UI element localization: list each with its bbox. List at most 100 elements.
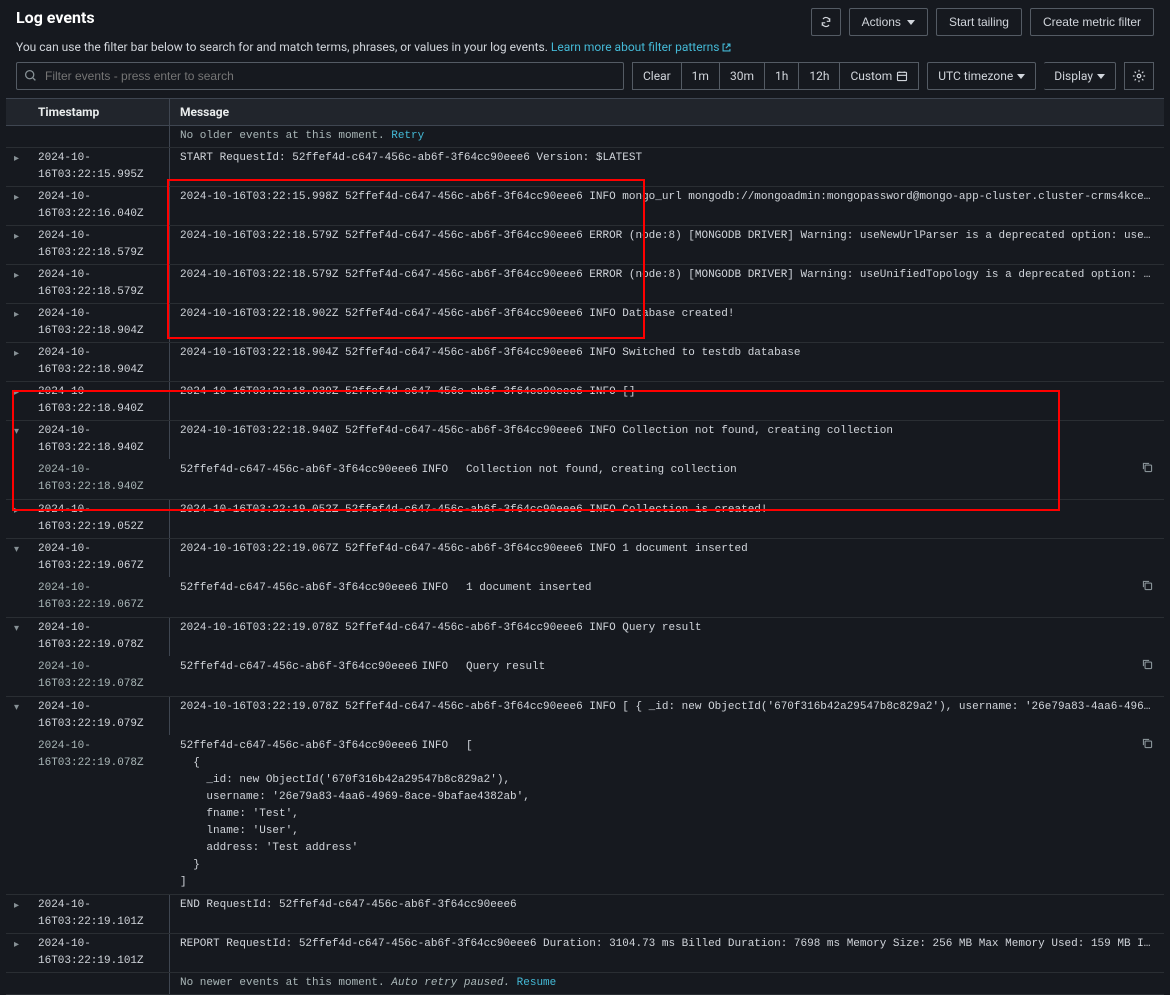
log-timestamp: 2024-10-16T03:22:18.904Z (34, 343, 170, 381)
chevron-down-icon[interactable] (6, 618, 34, 656)
chevron-down-icon[interactable] (6, 539, 34, 577)
log-message: 2024-10-16T03:22:19.052Z 52ffef4d-c647-4… (170, 500, 1164, 538)
log-message: 2024-10-16T03:22:18.939Z 52ffef4d-c647-4… (170, 382, 1164, 420)
chevron-down-icon[interactable] (6, 421, 34, 459)
copy-button[interactable] (1141, 461, 1154, 481)
range-custom[interactable]: Custom (840, 62, 919, 90)
detail-request-id: 52ffef4d-c647-456c-ab6f-3f64cc90eee6 (180, 462, 418, 479)
chevron-down-icon (1097, 74, 1105, 79)
log-row[interactable]: 2024-10-16T03:22:19.078Z2024-10-16T03:22… (6, 618, 1164, 697)
chevron-right-icon[interactable] (6, 187, 34, 225)
copy-button[interactable] (1141, 658, 1154, 678)
log-message: 2024-10-16T03:22:18.902Z 52ffef4d-c647-4… (170, 304, 1164, 342)
detail-request-id: 52ffef4d-c647-456c-ab6f-3f64cc90eee6 (180, 738, 418, 755)
log-timestamp: 2024-10-16T03:22:15.995Z (34, 148, 170, 186)
detail-timestamp: 2024-10-16T03:22:19.067Z (34, 580, 170, 614)
log-detail: 2024-10-16T03:22:19.067Z52ffef4d-c647-45… (6, 577, 1164, 617)
log-row[interactable]: 2024-10-16T03:22:18.940Z2024-10-16T03:22… (6, 382, 1164, 421)
log-row[interactable]: 2024-10-16T03:22:18.904Z2024-10-16T03:22… (6, 304, 1164, 343)
detail-text: Query result (466, 661, 545, 673)
retry-link[interactable]: Retry (391, 130, 424, 142)
range-12h[interactable]: 12h (799, 62, 840, 90)
page-title: Log events (16, 8, 95, 27)
copy-button[interactable] (1141, 579, 1154, 599)
log-timestamp: 2024-10-16T03:22:19.052Z (34, 500, 170, 538)
log-timestamp: 2024-10-16T03:22:19.067Z (34, 539, 170, 577)
range-30m[interactable]: 30m (720, 62, 765, 90)
time-range-selector: Clear 1m 30m 1h 12h Custom (632, 62, 919, 90)
gear-icon (1132, 69, 1146, 83)
log-row[interactable]: 2024-10-16T03:22:19.101ZEND RequestId: 5… (6, 895, 1164, 934)
log-timestamp: 2024-10-16T03:22:19.101Z (34, 934, 170, 972)
col-message[interactable]: Message (170, 99, 1164, 125)
detail-timestamp: 2024-10-16T03:22:19.078Z (34, 659, 170, 693)
log-message: 2024-10-16T03:22:18.940Z 52ffef4d-c647-4… (170, 421, 1164, 459)
chevron-right-icon[interactable] (6, 304, 34, 342)
external-link-icon (721, 42, 732, 53)
log-row[interactable]: 2024-10-16T03:22:18.904Z2024-10-16T03:22… (6, 343, 1164, 382)
log-row[interactable]: 2024-10-16T03:22:15.995ZSTART RequestId:… (6, 148, 1164, 187)
log-detail: 2024-10-16T03:22:19.078Z 52ffef4d-c647-45… (6, 656, 1164, 696)
copy-button[interactable] (1141, 737, 1154, 757)
log-message: 2024-10-16T03:22:18.579Z 52ffef4d-c647-4… (170, 226, 1164, 264)
log-message: 2024-10-16T03:22:19.067Z 52ffef4d-c647-4… (170, 539, 1164, 577)
refresh-icon (820, 16, 832, 28)
detail-text: 1 document inserted (466, 582, 591, 594)
log-message: 2024-10-16T03:22:18.904Z 52ffef4d-c647-4… (170, 343, 1164, 381)
chevron-right-icon[interactable] (6, 382, 34, 420)
log-row[interactable]: 2024-10-16T03:22:18.579Z2024-10-16T03:22… (6, 265, 1164, 304)
clear-button[interactable]: Clear (632, 62, 682, 90)
chevron-down-icon (1017, 74, 1025, 79)
search-icon (24, 69, 37, 85)
chevron-right-icon[interactable] (6, 934, 34, 972)
chevron-right-icon[interactable] (6, 343, 34, 381)
chevron-right-icon[interactable] (6, 895, 34, 933)
log-row[interactable]: 2024-10-16T03:22:18.940Z2024-10-16T03:22… (6, 421, 1164, 500)
log-timestamp: 2024-10-16T03:22:18.579Z (34, 265, 170, 303)
no-older-events: No older events at this moment. Retry (6, 126, 1164, 148)
range-1h[interactable]: 1h (765, 62, 799, 90)
detail-level: INFO (418, 462, 466, 479)
log-message: 2024-10-16T03:22:19.078Z 52ffef4d-c647-4… (170, 697, 1164, 735)
log-row[interactable]: 2024-10-16T03:22:19.101ZREPORT RequestId… (6, 934, 1164, 973)
learn-more-link[interactable]: Learn more about filter patterns (551, 40, 733, 54)
detail-text: [ { _id: new ObjectId('670f316b42a29547b… (180, 740, 530, 888)
log-message: 2024-10-16T03:22:19.078Z 52ffef4d-c647-4… (170, 618, 1164, 656)
chevron-down-icon[interactable] (6, 697, 34, 735)
log-row[interactable]: 2024-10-16T03:22:19.079Z2024-10-16T03:22… (6, 697, 1164, 895)
log-message: 2024-10-16T03:22:18.579Z 52ffef4d-c647-4… (170, 265, 1164, 303)
create-metric-filter-button[interactable]: Create metric filter (1030, 8, 1154, 36)
refresh-button[interactable] (811, 8, 841, 36)
range-1m[interactable]: 1m (682, 62, 720, 90)
log-row[interactable]: 2024-10-16T03:22:19.067Z2024-10-16T03:22… (6, 539, 1164, 618)
hint-text: You can use the filter bar below to sear… (0, 40, 1170, 62)
timezone-select[interactable]: UTC timezone (927, 62, 1036, 90)
log-row[interactable]: 2024-10-16T03:22:16.040Z2024-10-16T03:22… (6, 187, 1164, 226)
start-tailing-button[interactable]: Start tailing (936, 8, 1022, 36)
chevron-right-icon[interactable] (6, 226, 34, 264)
log-timestamp: 2024-10-16T03:22:19.101Z (34, 895, 170, 933)
resume-link[interactable]: Resume (517, 977, 557, 989)
chevron-right-icon[interactable] (6, 500, 34, 538)
log-timestamp: 2024-10-16T03:22:19.079Z (34, 697, 170, 735)
detail-level: INFO (418, 580, 466, 597)
chevron-down-icon (907, 20, 915, 25)
log-timestamp: 2024-10-16T03:22:18.940Z (34, 382, 170, 420)
detail-text: Collection not found, creating collectio… (466, 464, 737, 476)
chevron-right-icon[interactable] (6, 265, 34, 303)
log-detail: 2024-10-16T03:22:18.940Z 52ffef4d-c647-45… (6, 459, 1164, 499)
detail-timestamp: 2024-10-16T03:22:18.940Z (34, 462, 170, 496)
actions-button[interactable]: Actions (849, 8, 928, 36)
no-newer-events: No newer events at this moment. Auto ret… (6, 973, 1164, 995)
col-timestamp[interactable]: Timestamp (34, 99, 170, 125)
chevron-right-icon[interactable] (6, 148, 34, 186)
log-timestamp: 2024-10-16T03:22:16.040Z (34, 187, 170, 225)
log-row[interactable]: 2024-10-16T03:22:18.579Z2024-10-16T03:22… (6, 226, 1164, 265)
log-timestamp: 2024-10-16T03:22:18.940Z (34, 421, 170, 459)
settings-button[interactable] (1124, 62, 1154, 90)
detail-request-id: 52ffef4d-c647-456c-ab6f-3f64cc90eee6 (180, 659, 418, 676)
filter-events-input[interactable] (16, 62, 624, 90)
log-message: 2024-10-16T03:22:15.998Z 52ffef4d-c647-4… (170, 187, 1164, 225)
log-row[interactable]: 2024-10-16T03:22:19.052Z2024-10-16T03:22… (6, 500, 1164, 539)
display-select[interactable]: Display (1044, 62, 1116, 90)
